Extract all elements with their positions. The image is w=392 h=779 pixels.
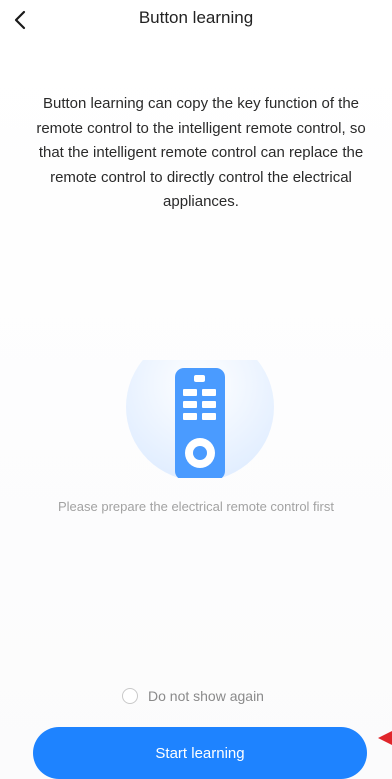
description-text: Button learning can copy the key functio… [36, 95, 366, 210]
do-not-show-again-toggle[interactable]: Do not show again [122, 686, 264, 706]
page-title: Button learning [138, 8, 254, 27]
arrow-left-icon [378, 731, 392, 745]
start-learning-button[interactable]: Start learning [33, 727, 367, 779]
do-not-show-again-label: Do not show again [148, 688, 264, 704]
remote-illustration [126, 360, 274, 478]
hint-text: Please prepare the electrical remote con… [57, 499, 334, 514]
header: Button learning [0, 0, 392, 40]
page: Button learning Button learning can copy… [0, 0, 392, 779]
remote-control-icon [175, 368, 225, 478]
radio-circle-icon[interactable] [122, 688, 138, 704]
